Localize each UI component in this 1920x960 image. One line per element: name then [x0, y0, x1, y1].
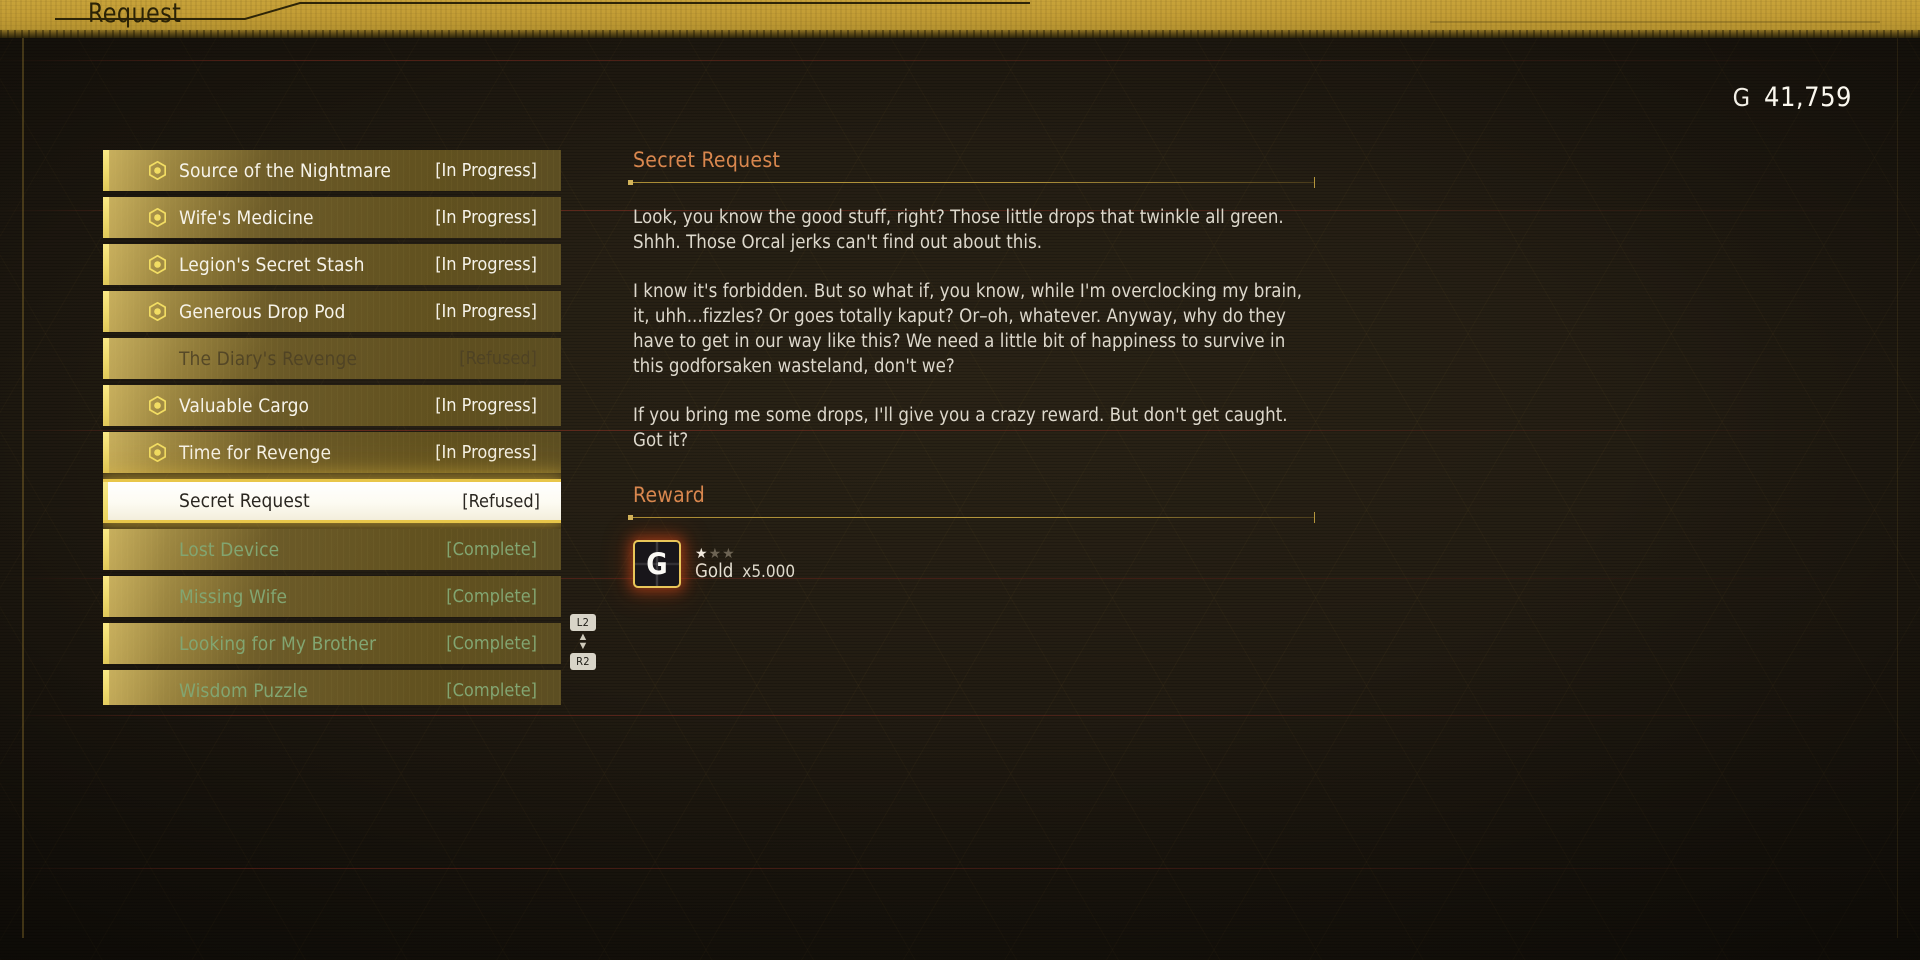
- reward-item-row[interactable]: G ★★★ Gold x5.000: [633, 540, 1333, 588]
- quest-list-item[interactable]: Valuable Cargo [In Progress]: [103, 385, 561, 426]
- quest-detail-title: Secret Request: [633, 148, 781, 172]
- reward-section: Reward G ★★★ Gold x5.000: [628, 483, 1333, 588]
- quest-row-edge: [103, 197, 109, 238]
- quest-name: Generous Drop Pod: [179, 300, 346, 323]
- gold-amount: 41,759: [1764, 82, 1852, 113]
- reward-rarity-stars: ★★★: [695, 546, 795, 560]
- quest-list-item[interactable]: Secret Request [Refused]: [103, 479, 561, 523]
- gold-coin-icon: G: [633, 540, 681, 588]
- gold-symbol-icon: G: [1732, 83, 1751, 112]
- quest-name: Source of the Nightmare: [179, 159, 391, 182]
- quest-status: [In Progress]: [435, 160, 537, 181]
- quest-name: Secret Request: [179, 490, 310, 512]
- reward-divider: [628, 512, 1315, 523]
- quest-list-item[interactable]: Lost Device [Complete]: [103, 529, 561, 570]
- quest-row-edge: [103, 482, 108, 520]
- quest-status: [In Progress]: [435, 254, 537, 275]
- header-bar: Request: [0, 0, 1920, 30]
- quest-row-edge: [103, 150, 109, 191]
- quest-list[interactable]: Source of the Nightmare [In Progress] Wife…: [103, 150, 561, 705]
- rarity-star-icon: ★: [708, 545, 723, 561]
- reward-item-quantity: x5.000: [742, 562, 796, 582]
- quest-status: [In Progress]: [435, 442, 537, 463]
- quest-detail-panel: Secret Request Look, you know the good s…: [628, 148, 1333, 588]
- quest-status: [Refused]: [459, 348, 537, 369]
- header-underbar: [0, 30, 1920, 38]
- quest-status: [In Progress]: [435, 207, 537, 228]
- quest-description-paragraph: If you bring me some drops, I'll give yo…: [633, 405, 1288, 451]
- quest-name: Legion's Secret Stash: [179, 253, 365, 276]
- quest-name: Looking for My Brother: [179, 632, 377, 655]
- quest-status: [Complete]: [446, 586, 537, 607]
- quest-description-paragraph: I know it's forbidden. But so what if, y…: [633, 281, 1303, 377]
- quest-row-edge: [103, 432, 109, 473]
- quest-status: [Complete]: [446, 633, 537, 654]
- reward-header: Reward: [633, 483, 706, 507]
- quest-row-edge: [103, 244, 109, 285]
- scroll-arrows-icon: ▲ ▼: [577, 631, 589, 652]
- header-slash-decoration: [55, 2, 1880, 23]
- rarity-star-icon: ★: [695, 545, 709, 561]
- quest-row-edge: [103, 291, 109, 332]
- quest-marker-icon: [149, 443, 166, 462]
- quest-row-edge: [103, 529, 109, 570]
- quest-title-divider: [628, 177, 1315, 188]
- quest-list-item[interactable]: Looking for My Brother [Complete]: [103, 623, 561, 664]
- gold-counter: G 41,759: [1733, 82, 1852, 113]
- quest-list-item[interactable]: Wisdom Puzzle [Complete]: [103, 670, 561, 705]
- quest-row-edge: [103, 385, 109, 426]
- quest-name: Missing Wife: [179, 585, 288, 608]
- quest-row-edge: [103, 670, 109, 705]
- header-underbar-ticks: [0, 30, 1920, 38]
- page-title: Request: [88, 0, 182, 29]
- quest-row-edge: [103, 623, 109, 664]
- quest-name: Wife's Medicine: [179, 206, 314, 229]
- quest-row-edge: [103, 576, 109, 617]
- r2-button-hint[interactable]: R2: [570, 653, 596, 670]
- gold-letter: G: [646, 546, 668, 581]
- quest-status: [Complete]: [446, 539, 537, 560]
- quest-row-edge: [103, 338, 109, 379]
- quest-marker-icon: [149, 396, 166, 415]
- quest-list-item[interactable]: Missing Wife [Complete]: [103, 576, 561, 617]
- reward-name-line: Gold x5.000: [695, 561, 795, 582]
- quest-marker-icon: [149, 255, 166, 274]
- scroll-hint: L2 ▲ ▼ R2: [568, 614, 598, 670]
- quest-list-item[interactable]: Generous Drop Pod [In Progress]: [103, 291, 561, 332]
- quest-status: [In Progress]: [435, 301, 537, 322]
- quest-description: Look, you know the good stuff, right? Th…: [633, 205, 1333, 453]
- quest-list-item[interactable]: Wife's Medicine [In Progress]: [103, 197, 561, 238]
- reward-item-meta: ★★★ Gold x5.000: [695, 546, 795, 582]
- quest-name: Lost Device: [179, 538, 280, 561]
- quest-marker-icon: [149, 302, 166, 321]
- quest-list-item[interactable]: Source of the Nightmare [In Progress]: [103, 150, 561, 191]
- quest-name: Valuable Cargo: [179, 394, 310, 417]
- quest-name: Wisdom Puzzle: [179, 679, 308, 702]
- quest-marker-icon: [149, 208, 166, 227]
- quest-status: [Complete]: [446, 680, 537, 701]
- quest-name: Time for Revenge: [179, 441, 332, 464]
- quest-status: [In Progress]: [435, 395, 537, 416]
- rarity-star-icon: ★: [722, 545, 736, 561]
- quest-list-item[interactable]: The Diary's Revenge [Refused]: [103, 338, 561, 379]
- quest-list-item[interactable]: Legion's Secret Stash [In Progress]: [103, 244, 561, 285]
- quest-description-paragraph: Look, you know the good stuff, right? Th…: [633, 207, 1284, 253]
- quest-status: [Refused]: [462, 490, 540, 512]
- quest-name: The Diary's Revenge: [179, 347, 358, 370]
- quest-list-item[interactable]: Time for Revenge [In Progress]: [103, 432, 561, 473]
- l2-button-hint[interactable]: L2: [570, 614, 596, 631]
- quest-marker-icon: [149, 161, 166, 180]
- reward-item-name: Gold: [695, 561, 734, 582]
